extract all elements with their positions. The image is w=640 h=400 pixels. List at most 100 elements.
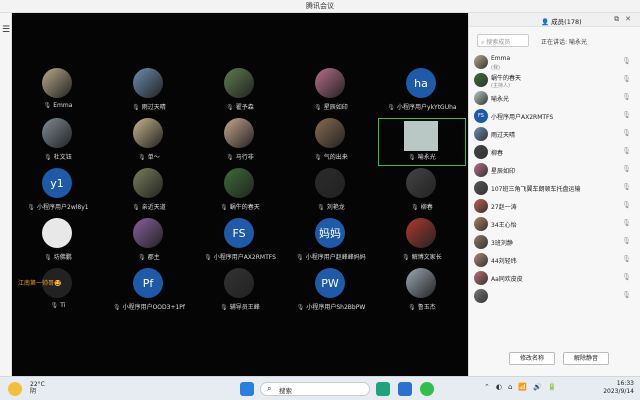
- name-text: 小程序用户ykYtGUha: [397, 104, 457, 111]
- participant-tile[interactable]: 🎙 雨过天晴: [105, 68, 193, 116]
- mic-icon[interactable]: 🎙: [622, 129, 631, 137]
- member-row[interactable]: FS 小程序用户AX2RMTFS 🎙: [469, 107, 640, 125]
- participant-avatar: [133, 218, 163, 248]
- member-row[interactable]: 蜗牛的春天 (主持人) 🎙: [469, 71, 640, 89]
- mic-icon[interactable]: 🎙: [622, 273, 631, 281]
- participant-tile[interactable]: 🎙 星辰如印: [287, 68, 375, 116]
- mic-icon[interactable]: 🎙: [622, 57, 631, 65]
- mic-icon[interactable]: 🎙: [622, 165, 631, 173]
- mic-icon[interactable]: 🎙: [622, 237, 631, 245]
- participant-tile[interactable]: 妈妈 🎙 小程序用户赵峰峰妈妈: [287, 218, 375, 266]
- edge-icon[interactable]: [376, 382, 390, 396]
- participant-name: 🎙 星辰如印: [287, 102, 375, 111]
- participant-tile[interactable]: 🎙 坊佛鹏: [14, 218, 102, 266]
- participant-tile[interactable]: 🎙 郡主: [105, 218, 193, 266]
- name-text: Ti: [60, 302, 66, 309]
- member-row[interactable]: Aa同欢皮皮 🎙: [469, 269, 640, 287]
- member-row[interactable]: 3班刘静 🎙: [469, 233, 640, 251]
- participant-avatar: [315, 68, 345, 98]
- participant-avatar: [224, 68, 254, 98]
- participant-name: 🎙 Ti: [14, 302, 102, 309]
- member-name: 柳春: [491, 150, 504, 157]
- member-row[interactable]: Emma (我) 🎙: [469, 53, 640, 71]
- member-avatar: [474, 73, 488, 87]
- participant-tile[interactable]: 🎙 鲁玉杰: [378, 268, 466, 316]
- member-name: Aa同欢皮皮: [491, 276, 523, 283]
- mic-icon[interactable]: 🎙: [622, 147, 631, 155]
- mic-icon: 🎙: [402, 254, 410, 261]
- taskbar-search[interactable]: ⌕ 搜索: [260, 382, 370, 396]
- member-avatar: [474, 145, 488, 159]
- name-text: 郡主: [147, 254, 160, 261]
- participant-tile[interactable]: 🎙 翟予森: [196, 68, 284, 116]
- participant-tile[interactable]: 🎙 柳春: [378, 168, 466, 216]
- mic-icon[interactable]: 🎙: [622, 75, 631, 83]
- participant-tile[interactable]: PW 🎙 小程序用户Sh2BbPW: [287, 268, 375, 316]
- member-search-input[interactable]: ⌕ 搜索成员: [477, 34, 529, 47]
- participant-tile[interactable]: 🎙 Ti: [14, 268, 102, 316]
- member-avatar: [474, 235, 488, 249]
- member-avatar: FS: [474, 109, 488, 123]
- member-row[interactable]: 喻永光 🎙: [469, 89, 640, 107]
- member-row[interactable]: 107班三角飞翼车朗顿车托盘运输 🎙: [469, 179, 640, 197]
- rename-button[interactable]: 修改名称: [509, 352, 555, 365]
- participant-name: 🎙 喻永光: [378, 152, 466, 161]
- weather-icon[interactable]: [8, 382, 22, 396]
- mic-icon[interactable]: 🎙: [622, 183, 631, 191]
- menu-icon[interactable]: ☰: [2, 25, 10, 35]
- member-name: 3班刘静: [491, 240, 513, 247]
- participant-tile[interactable]: FS 🎙 小程序用户AX2RMTFS: [196, 218, 284, 266]
- participant-tile[interactable]: 🎙 Emma: [14, 68, 102, 116]
- mic-icon[interactable]: 🎙: [622, 201, 631, 209]
- weather-widget[interactable]: 22°C 阴: [30, 381, 45, 395]
- popout-icon[interactable]: ⧉: [614, 15, 625, 23]
- participant-tile[interactable]: 🎙 刘艳龙: [287, 168, 375, 216]
- name-text: 坊佛鹏: [53, 254, 72, 261]
- participant-avatar: [42, 118, 72, 148]
- mic-icon: 🎙: [408, 304, 416, 311]
- participant-tile[interactable]: 🎙 马行非: [196, 118, 284, 166]
- mic-icon: 🎙: [220, 304, 228, 311]
- participant-tile[interactable]: 🎙 气的出来: [287, 118, 375, 166]
- participant-tile[interactable]: 🎙 单～: [105, 118, 193, 166]
- mic-icon: 🎙: [226, 154, 234, 161]
- participant-tile[interactable]: Pf 🎙 小程序用户OOD3+1Pf: [105, 268, 193, 316]
- name-text: 喻永光: [417, 154, 436, 161]
- member-row[interactable]: 星辰如印 🎙: [469, 161, 640, 179]
- member-row[interactable]: 34王心怡 🎙: [469, 215, 640, 233]
- mic-icon[interactable]: 🎙: [622, 93, 631, 101]
- wechat-icon[interactable]: [420, 382, 434, 396]
- mic-icon[interactable]: 🎙: [622, 219, 631, 227]
- system-tray[interactable]: ⌃◐⌂📶🔊🔋: [484, 383, 563, 391]
- participant-tile[interactable]: ha 🎙 小程序用户ykYtGUha: [378, 68, 466, 116]
- mic-icon[interactable]: 🎙: [622, 291, 631, 299]
- member-row[interactable]: 27赵一涛 🎙: [469, 197, 640, 215]
- meeting-app-icon[interactable]: [398, 382, 412, 396]
- member-row[interactable]: 柳春 🎙: [469, 143, 640, 161]
- member-row[interactable]: 🎙: [469, 287, 640, 305]
- start-icon[interactable]: [240, 382, 254, 396]
- participant-tile[interactable]: 🎙 蜗牛的春天: [196, 168, 284, 216]
- participant-avatar: [406, 168, 436, 198]
- clock[interactable]: 16:33 2023/9/14: [603, 380, 634, 396]
- member-row[interactable]: 44刘轻纬 🎙: [469, 251, 640, 269]
- participant-tile[interactable]: 🎙 解博文家长: [378, 218, 466, 266]
- participant-name: 🎙 小程序用户Sh2BbPW: [287, 302, 375, 311]
- participant-name: 🎙 坊佛鹏: [14, 252, 102, 261]
- member-list: Emma (我) 🎙 蜗牛的春天 (主持人) 🎙 喻永光 🎙 FS 小程序用户AX2RMTFS 🎙 雨…: [469, 53, 640, 305]
- participant-tile[interactable]: y1 🎙 小程序用户2wl8y1: [14, 168, 102, 216]
- participant-tile[interactable]: 🎙 喻永光: [378, 118, 466, 166]
- member-row[interactable]: 雨过天晴 🎙: [469, 125, 640, 143]
- participant-tile[interactable]: 🎙 辅导员王峰: [196, 268, 284, 316]
- name-text: 小程序用户2wl8y1: [37, 204, 89, 211]
- participant-tile[interactable]: 🎙 杜文钰: [14, 118, 102, 166]
- mic-icon[interactable]: 🎙: [622, 255, 631, 263]
- participant-tile[interactable]: 🎙 亲近天道: [105, 168, 193, 216]
- member-name: 44刘轻纬: [491, 258, 517, 265]
- close-icon[interactable]: ✕: [625, 15, 637, 23]
- participant-name: 🎙 马行非: [196, 152, 284, 161]
- unmute-button[interactable]: 解除静音: [563, 352, 609, 365]
- mic-icon[interactable]: 🎙: [622, 111, 631, 119]
- name-text: 单～: [147, 154, 160, 161]
- name-text: 辅导员王峰: [229, 304, 260, 311]
